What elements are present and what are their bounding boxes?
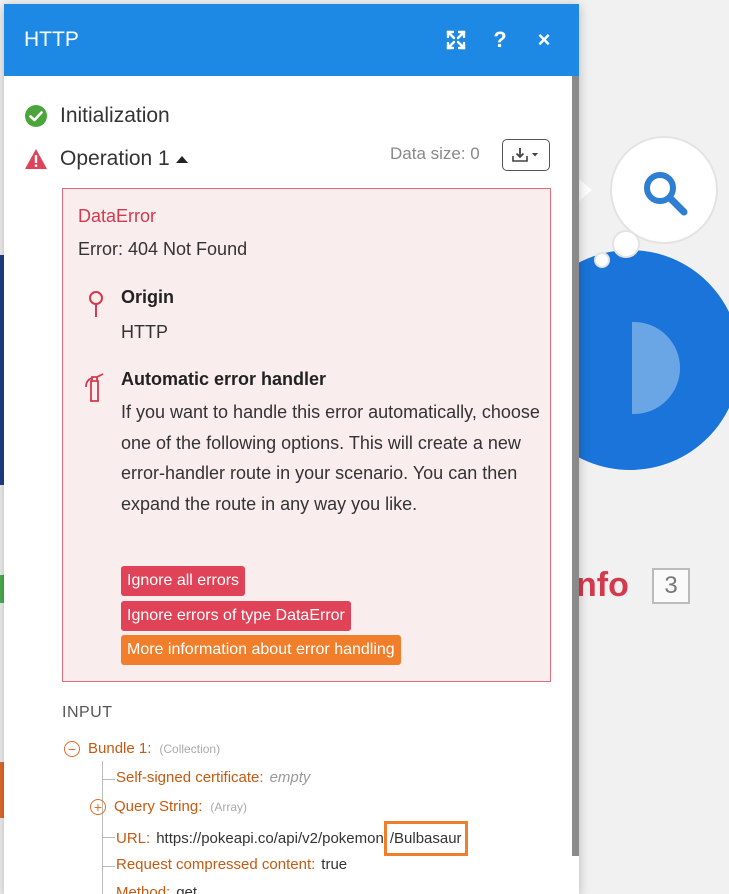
compressed-value: true (321, 856, 348, 873)
error-handling-info-button[interactable]: More information about error handling (121, 635, 401, 665)
input-section-title: INPUT (62, 704, 113, 721)
warning-icon (25, 149, 47, 169)
execution-inspector-panel: HTTP ? × Initialization Operation 1 Data… (4, 4, 579, 894)
help-button[interactable]: ? (485, 25, 515, 55)
url-value: https://pokeapi.co/api/v2/pokemon (156, 830, 384, 847)
operation-count-badge[interactable]: 3 (652, 568, 690, 604)
error-details-box: DataError Error: 404 Not Found Origin HT… (62, 188, 551, 682)
query-string-label: Query String: (114, 798, 203, 815)
module-title-fragment: nfo (576, 566, 629, 604)
fire-extinguisher-icon (85, 373, 104, 402)
self-signed-value: empty (269, 769, 311, 786)
bundle-label: Bundle 1: (88, 740, 152, 757)
self-signed-label: Self-signed certificate: (116, 769, 264, 786)
self-signed-row: Self-signed certificate: empty (116, 769, 310, 786)
origin-value: HTTP (121, 322, 168, 342)
scrollbar[interactable] (572, 76, 579, 856)
bundle-row[interactable]: − Bundle 1: (Collection) (64, 740, 220, 757)
download-button[interactable] (502, 139, 550, 171)
collapse-icon[interactable]: − (64, 740, 80, 757)
tree-branch (103, 779, 115, 780)
panel-body: Initialization Operation 1 Data size: 0 … (4, 76, 572, 894)
ignore-dataerror-button[interactable]: Ignore errors of type DataError (121, 601, 351, 631)
url-highlight: /Bulbasaur (383, 821, 468, 856)
handler-description: If you want to handle this error automat… (121, 402, 540, 514)
error-message: Error: 404 Not Found (78, 239, 248, 259)
download-icon (512, 148, 538, 162)
search-icon[interactable] (640, 168, 690, 218)
data-size: Data size: 0 (390, 144, 480, 163)
url-row: URL: https://pokeapi.co/api/v2/pokemon /… (116, 821, 468, 856)
tree-branch (103, 866, 115, 867)
url-label: URL: (116, 830, 151, 847)
expand-button[interactable] (441, 25, 471, 55)
bundle-type: (Collection) (159, 741, 221, 756)
origin-title: Origin (121, 287, 174, 307)
status-initialization[interactable]: Initialization (24, 102, 170, 130)
tree-guide-line (102, 761, 103, 894)
caret-up-icon[interactable] (175, 155, 188, 163)
query-string-row[interactable]: + Query String: (Array) (90, 798, 247, 815)
compressed-label: Request compressed content: (116, 856, 316, 873)
initialization-label: Initialization (60, 104, 170, 127)
panel-header: HTTP ? × (4, 4, 579, 76)
method-label: Method: (116, 884, 171, 894)
tree-branch (103, 837, 115, 838)
thought-dot (594, 252, 610, 268)
handler-title: Automatic error handler (121, 369, 327, 389)
thought-dot (612, 230, 640, 258)
origin-pin-icon (89, 291, 103, 317)
expand-icon (446, 30, 466, 50)
compressed-row: Request compressed content: true (116, 856, 347, 873)
operation-label: Operation 1 (60, 147, 170, 170)
method-value: get (176, 884, 198, 894)
error-title: DataError (78, 206, 157, 226)
method-row: Method: get (116, 884, 197, 894)
ignore-all-errors-button[interactable]: Ignore all errors (121, 566, 246, 596)
panel-title: HTTP (24, 28, 79, 51)
close-button[interactable]: × (529, 25, 559, 55)
expand-plus-icon[interactable]: + (90, 798, 106, 815)
check-circle-icon (25, 105, 47, 127)
panel-pointer (578, 178, 592, 202)
status-operation[interactable]: Operation 1 (24, 145, 188, 173)
query-string-type: (Array) (210, 799, 248, 814)
